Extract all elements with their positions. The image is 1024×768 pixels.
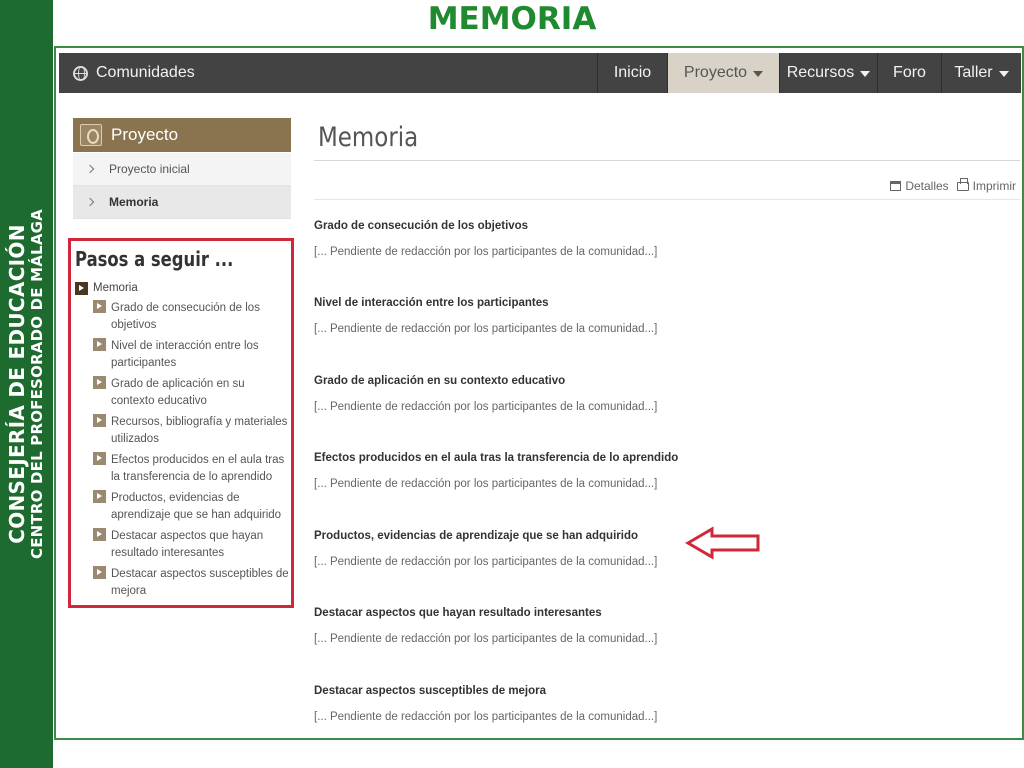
play-icon bbox=[93, 452, 106, 465]
section-title: Grado de consecución de los objetivos bbox=[314, 220, 529, 232]
step-label: Grado de consecución de los objetivos bbox=[111, 302, 260, 331]
details-label: Detalles bbox=[905, 179, 949, 193]
step-label: Efectos producidos en el aula tras la tr… bbox=[111, 454, 285, 483]
memory-section: Destacar aspectos susceptibles de mejora… bbox=[314, 685, 714, 723]
chevron-right-icon bbox=[85, 164, 95, 174]
section-placeholder: [... Pendiente de redacción por los part… bbox=[314, 323, 658, 335]
slide-title: MEMORIA bbox=[427, 1, 597, 37]
section-title: Grado de aplicación en su contexto educa… bbox=[314, 375, 566, 387]
nav-label: Recursos bbox=[786, 64, 855, 81]
play-icon bbox=[93, 566, 106, 579]
step-link[interactable]: Destacar aspectos susceptibles de mejora bbox=[75, 566, 291, 600]
divider bbox=[314, 160, 1020, 161]
steps-list: Grado de consecución de los objetivos Ni… bbox=[75, 300, 291, 600]
step-link[interactable]: Grado de aplicación en su contexto educa… bbox=[75, 376, 291, 410]
nav-recursos[interactable]: Recursos bbox=[779, 53, 877, 93]
steps-root-label: Memoria bbox=[93, 282, 138, 294]
side-banner: CONSEJERÍA DE EDUCACIÓN CENTRO DEL PROFE… bbox=[0, 0, 53, 768]
sidebar-item-label: Proyecto inicial bbox=[109, 162, 190, 176]
nav-label: Inicio bbox=[613, 64, 652, 81]
main-nav: Inicio Proyecto Recursos Foro Taller bbox=[597, 53, 1021, 93]
section-placeholder: [... Pendiente de redacción por los part… bbox=[314, 633, 658, 645]
globe-icon bbox=[73, 65, 88, 81]
step-link[interactable]: Destacar aspectos que hayan resultado in… bbox=[75, 528, 291, 562]
step-label: Recursos, bibliografía y materiales util… bbox=[111, 416, 288, 445]
step-label: Productos, evidencias de aprendizaje que… bbox=[111, 492, 282, 521]
play-icon bbox=[93, 414, 106, 427]
top-navbar: Comunidades Inicio Proyecto Recursos For… bbox=[59, 53, 1021, 93]
section-title: Nivel de interacción entre los participa… bbox=[314, 297, 549, 309]
screenshot-frame: Comunidades Inicio Proyecto Recursos For… bbox=[54, 46, 1024, 740]
steps-title: Pasos a seguir ... bbox=[75, 247, 234, 271]
print-label: Imprimir bbox=[972, 179, 1016, 193]
chevron-down-icon bbox=[998, 71, 1009, 77]
brand-link[interactable]: Comunidades bbox=[73, 53, 195, 93]
step-label: Destacar aspectos susceptibles de mejora bbox=[111, 568, 289, 597]
printer-icon bbox=[956, 177, 969, 191]
arrow-left-icon bbox=[685, 526, 760, 560]
step-label: Nivel de interacción entre los participa… bbox=[111, 340, 259, 369]
step-link[interactable]: Grado de consecución de los objetivos bbox=[75, 300, 291, 334]
step-label: Grado de aplicación en su contexto educa… bbox=[111, 378, 245, 407]
nav-proyecto[interactable]: Proyecto bbox=[667, 53, 779, 93]
play-icon bbox=[93, 376, 106, 389]
nav-label: Proyecto bbox=[683, 64, 748, 81]
banner-line-2: CENTRO DEL PROFESORADO DE MÁLAGA bbox=[28, 209, 46, 559]
chevron-right-icon bbox=[85, 197, 95, 207]
step-link[interactable]: Nivel de interacción entre los participa… bbox=[75, 338, 291, 372]
play-icon bbox=[75, 281, 88, 295]
nav-taller[interactable]: Taller bbox=[941, 53, 1021, 93]
steps-root-link[interactable]: Memoria bbox=[75, 280, 291, 296]
play-icon bbox=[93, 338, 106, 351]
page-title: Memoria bbox=[318, 122, 419, 153]
memory-section: Destacar aspectos que hayan resultado in… bbox=[314, 607, 714, 645]
project-header-label: Proyecto bbox=[111, 125, 179, 144]
sidebar-item-memoria[interactable]: Memoria bbox=[73, 186, 291, 219]
section-title: Productos, evidencias de aprendizaje que… bbox=[314, 530, 638, 542]
play-icon bbox=[93, 300, 106, 313]
side-banner-text: CONSEJERÍA DE EDUCACIÓN CENTRO DEL PROFE… bbox=[5, 4, 46, 764]
page-actions: Detalles Imprimir bbox=[890, 177, 1016, 193]
nav-inicio[interactable]: Inicio bbox=[597, 53, 667, 93]
nav-label: Taller bbox=[954, 64, 993, 81]
play-icon bbox=[93, 490, 106, 503]
sidebar-item-label: Memoria bbox=[109, 195, 159, 209]
banner-line-1: CONSEJERÍA DE EDUCACIÓN bbox=[5, 224, 29, 544]
step-label: Destacar aspectos que hayan resultado in… bbox=[111, 530, 264, 559]
calendar-icon bbox=[890, 181, 902, 191]
step-link[interactable]: Productos, evidencias de aprendizaje que… bbox=[75, 490, 291, 524]
project-menu-header: Proyecto bbox=[73, 118, 291, 152]
brand-label: Comunidades bbox=[96, 64, 195, 81]
section-title: Efectos producidos en el aula tras la tr… bbox=[314, 452, 679, 464]
print-button[interactable]: Imprimir bbox=[956, 177, 1016, 193]
details-button[interactable]: Detalles bbox=[890, 179, 949, 193]
section-placeholder: [... Pendiente de redacción por los part… bbox=[314, 556, 658, 568]
sidebar-item-proyecto-inicial[interactable]: Proyecto inicial bbox=[73, 153, 291, 186]
chevron-down-icon bbox=[860, 71, 871, 77]
project-icon bbox=[80, 124, 102, 146]
highlight-arrow-icon bbox=[684, 526, 764, 560]
step-link[interactable]: Efectos producidos en el aula tras la tr… bbox=[75, 452, 291, 486]
memory-section: Grado de aplicación en su contexto educa… bbox=[314, 375, 714, 413]
step-link[interactable]: Recursos, bibliografía y materiales util… bbox=[75, 414, 291, 448]
memory-section: Nivel de interacción entre los participa… bbox=[314, 297, 714, 335]
chevron-down-icon bbox=[753, 71, 764, 77]
section-placeholder: [... Pendiente de redacción por los part… bbox=[314, 401, 658, 413]
section-title: Destacar aspectos que hayan resultado in… bbox=[314, 607, 602, 619]
play-icon bbox=[93, 528, 106, 541]
steps-panel: Pasos a seguir ... Memoria Grado de cons… bbox=[68, 238, 294, 608]
nav-label: Foro bbox=[893, 64, 926, 81]
nav-foro[interactable]: Foro bbox=[877, 53, 941, 93]
memory-section: Efectos producidos en el aula tras la tr… bbox=[314, 452, 714, 490]
memory-section-highlighted: Productos, evidencias de aprendizaje que… bbox=[314, 530, 714, 568]
section-placeholder: [... Pendiente de redacción por los part… bbox=[314, 246, 658, 258]
memory-section: Grado de consecución de los objetivos [.… bbox=[314, 220, 714, 258]
section-title: Destacar aspectos susceptibles de mejora bbox=[314, 685, 547, 697]
divider bbox=[314, 199, 1020, 200]
section-placeholder: [... Pendiente de redacción por los part… bbox=[314, 478, 658, 490]
section-placeholder: [... Pendiente de redacción por los part… bbox=[314, 711, 658, 723]
